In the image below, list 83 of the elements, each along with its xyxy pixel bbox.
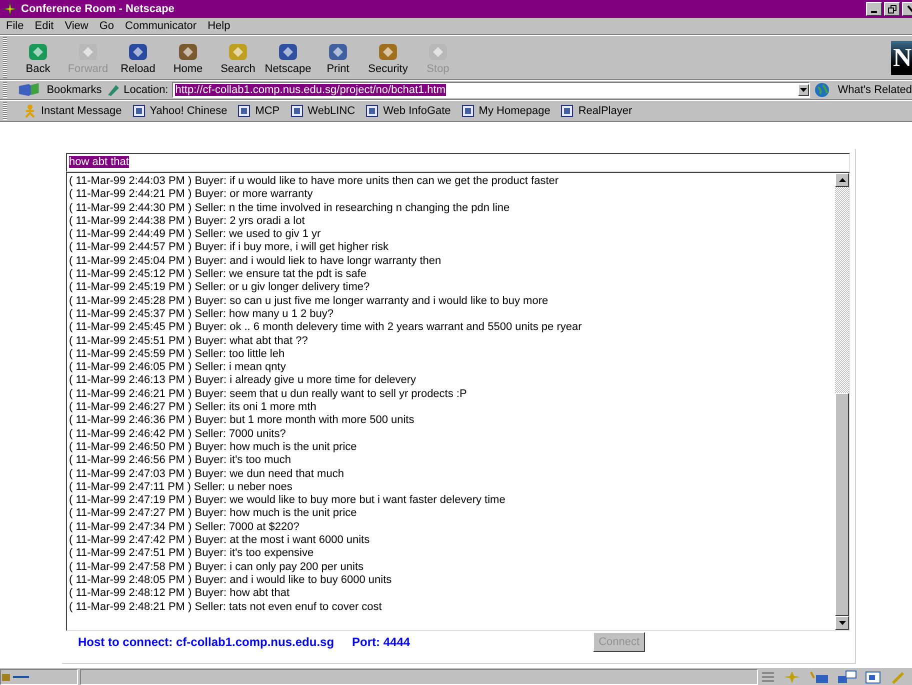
whats-related-button[interactable]: What's Related bbox=[838, 84, 912, 96]
message-input[interactable]: how abt that bbox=[66, 153, 850, 172]
chat-message: ( 11-Mar-99 2:46:27 PM ) Seller: its oni 1 more mth bbox=[69, 401, 318, 414]
chat-message: ( 11-Mar-99 2:48:05 PM ) Buyer: and i would like to buy 6000 units bbox=[69, 574, 393, 588]
bookmark-icon bbox=[366, 105, 378, 117]
chat-message: ( 11-Mar-99 2:47:27 PM ) Buyer: how much is the unit price bbox=[69, 507, 358, 521]
toolbar-button[interactable]: Security bbox=[363, 36, 413, 78]
chat-message: ( 11-Mar-99 2:44:57 PM ) Buyer: if i buy more, i will get higher risk bbox=[69, 241, 390, 255]
menu-item[interactable]: View bbox=[64, 20, 88, 32]
netscape-logo: N bbox=[891, 40, 912, 74]
toolbar-button[interactable]: Print bbox=[313, 36, 363, 78]
chat-message: ( 11-Mar-99 2:44:49 PM ) Seller: we used to giv 1 yr bbox=[69, 228, 322, 242]
chat-message: ( 11-Mar-99 2:47:11 PM ) Seller: u neber noes bbox=[69, 480, 294, 494]
location-label: Location: bbox=[124, 84, 168, 96]
chat-message: ( 11-Mar-99 2:46:05 PM ) Seller: i mean qnty bbox=[69, 361, 287, 374]
restore-button[interactable] bbox=[884, 2, 900, 16]
bookmark-link[interactable]: MCP bbox=[238, 105, 280, 117]
bookmark-link[interactable]: Instant Message bbox=[24, 104, 122, 118]
menu-item[interactable]: File bbox=[6, 20, 24, 32]
chat-message: ( 11-Mar-99 2:44:03 PM ) Buyer: if u would like to have more units then can we get the product faster bbox=[69, 175, 560, 188]
scroll-thumb[interactable] bbox=[835, 392, 849, 616]
toolbar-button[interactable]: Reload bbox=[113, 36, 163, 78]
chat-message: ( 11-Mar-99 2:47:42 PM ) Buyer: at the most i want 6000 units bbox=[69, 534, 371, 548]
caret-icon bbox=[838, 621, 846, 625]
chat-message: ( 11-Mar-99 2:45:45 PM ) Buyer: ok .. 6 month delevery time with 2 years warrant and 5500 units pe ryear bbox=[69, 321, 583, 335]
chat-message: ( 11-Mar-99 2:46:21 PM ) Buyer: seem that u dun really want to sell yr prodects :P bbox=[69, 388, 468, 402]
scrollbar[interactable] bbox=[835, 173, 849, 630]
chat-message: ( 11-Mar-99 2:48:21 PM ) Seller: tats not even enuf to cover cost bbox=[69, 600, 383, 614]
bookmark-icon bbox=[290, 105, 303, 117]
chat-message: ( 11-Mar-99 2:46:13 PM ) Buyer: i already give u more time for delevery bbox=[69, 374, 418, 388]
chat-message: ( 11-Mar-99 2:44:30 PM ) Seller: n the time involved in researching n changing the pdn line bbox=[69, 202, 511, 215]
chat-message: ( 11-Mar-99 2:46:56 PM ) Buyer: it's too much bbox=[69, 454, 292, 468]
chat-message: ( 11-Mar-99 2:46:42 PM ) Seller: 7000 units? bbox=[69, 428, 287, 441]
chat-message: ( 11-Mar-99 2:45:12 PM ) Seller: we ensure tat the pdt is safe bbox=[69, 268, 368, 282]
toolbar-button[interactable]: Back bbox=[13, 36, 63, 78]
chat-message: ( 11-Mar-99 2:45:28 PM ) Buyer: so can u just five me longer warranty and i would like to buy more bbox=[69, 294, 550, 308]
person-icon bbox=[24, 104, 36, 118]
chat-message: ( 11-Mar-99 2:45:59 PM ) Seller: too little leh bbox=[69, 348, 286, 362]
bookmark-icon bbox=[238, 105, 250, 117]
host-label: Host to connect: cf-collab1.comp.nus.edu.sg bbox=[78, 635, 334, 649]
chat-message: ( 11-Mar-99 2:45:19 PM ) Seller: or u giv longer delivery time? bbox=[69, 281, 371, 295]
chat-message: ( 11-Mar-99 2:47:03 PM ) Buyer: we dun need that much bbox=[69, 468, 345, 481]
bookmark-link[interactable]: My Homepage bbox=[462, 105, 550, 117]
close-icon bbox=[907, 5, 912, 13]
bookmark-icon bbox=[462, 105, 474, 117]
bookmarks-label[interactable]: Bookmarks bbox=[46, 84, 102, 96]
scroll-up-button[interactable] bbox=[835, 173, 849, 187]
bookmark-link[interactable]: WebLINC bbox=[290, 105, 356, 117]
bookmark-link[interactable]: Web InfoGate bbox=[366, 105, 451, 117]
chat-message: ( 11-Mar-99 2:47:58 PM ) Buyer: i can only pay 200 per units bbox=[69, 560, 364, 574]
menu-item[interactable]: Edit bbox=[34, 20, 54, 32]
chat-message: ( 11-Mar-99 2:45:04 PM ) Buyer: and i would liek to have longr warranty then bbox=[69, 254, 442, 268]
bookmark-link[interactable]: Yahoo! Chinese bbox=[132, 105, 228, 117]
chat-message: ( 11-Mar-99 2:45:51 PM ) Buyer: what abt that ?? bbox=[69, 334, 309, 348]
toolbar-button[interactable]: Netscape bbox=[263, 36, 313, 78]
port-label: Port: 4444 bbox=[352, 635, 410, 649]
restore-icon bbox=[888, 4, 896, 14]
bookmark-link[interactable]: RealPlayer bbox=[561, 105, 632, 117]
chat-message: ( 11-Mar-99 2:47:51 PM ) Buyer: it's too expensive bbox=[69, 547, 315, 561]
chat-message: ( 11-Mar-99 2:44:21 PM ) Buyer: or more warranty bbox=[69, 188, 314, 202]
menu-item[interactable]: Communicator bbox=[125, 20, 197, 32]
caret-icon bbox=[838, 178, 846, 182]
menu-item[interactable]: Help bbox=[208, 20, 230, 32]
chat-message: ( 11-Mar-99 2:48:12 PM ) Buyer: how abt that bbox=[69, 587, 291, 600]
chat-message: ( 11-Mar-99 2:47:19 PM ) Buyer: we would like to buy more but i want faster delevery time bbox=[69, 494, 506, 508]
url-field[interactable]: http://cf-collab1.comp.nus.edu.sg/project/no/bchat1.htm bbox=[172, 82, 810, 98]
minimize-button[interactable] bbox=[866, 2, 882, 16]
bookmark-icon bbox=[561, 105, 574, 117]
toolbar-button[interactable]: Search bbox=[213, 36, 263, 78]
toolbar-button[interactable]: Home bbox=[163, 36, 213, 78]
chat-message: ( 11-Mar-99 2:44:38 PM ) Buyer: 2 yrs oradi a lot bbox=[69, 214, 306, 228]
chat-message: ( 11-Mar-99 2:47:34 PM ) Seller: 7000 at $220? bbox=[69, 520, 300, 534]
dropdown-button[interactable] bbox=[798, 84, 809, 96]
component-bar-icon[interactable] bbox=[760, 670, 776, 684]
menu-item[interactable]: Go bbox=[99, 20, 114, 32]
chat-message: ( 11-Mar-99 2:46:50 PM ) Buyer: how much is the unit price bbox=[69, 440, 358, 454]
app-icon bbox=[2, 1, 18, 17]
chat-message: ( 11-Mar-99 2:45:37 PM ) Seller: how many u 1 2 buy? bbox=[69, 308, 335, 322]
bookmark-icon bbox=[132, 105, 145, 117]
chat-message: ( 11-Mar-99 2:46:36 PM ) Buyer: but 1 more month with more 500 units bbox=[69, 414, 416, 428]
window-title: Conference Room - Netscape bbox=[21, 3, 174, 15]
caret-icon bbox=[800, 88, 807, 92]
scroll-down-button[interactable] bbox=[835, 616, 849, 630]
